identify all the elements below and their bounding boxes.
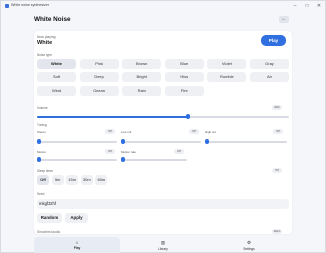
noise-chip-hiss[interactable]: Hiss (164, 72, 204, 83)
stereo-value-badge: Off (105, 129, 115, 134)
noise-chip-ocean[interactable]: Ocean (79, 85, 119, 96)
app-icon (5, 4, 9, 8)
noise-chip-violet[interactable]: Violet (207, 59, 247, 69)
close-icon[interactable]: ✕ (315, 2, 323, 10)
noise-chip-fire[interactable]: Fire (164, 85, 204, 96)
noise-type-grid: White Pink Brown Blue Violet Gray Soft D… (37, 59, 289, 96)
stereo-slider-thumb[interactable] (36, 139, 42, 144)
window-title: White noise synthesizer (11, 3, 49, 7)
gear-icon: ⚙ (246, 240, 252, 245)
motion-rate-label: Motion rate (121, 150, 137, 154)
volume-label: Volume (37, 106, 48, 110)
back-button[interactable]: ← (279, 16, 289, 23)
seed-label: Seed (37, 192, 45, 196)
noise-chip-white[interactable]: White (37, 59, 76, 69)
volume-slider[interactable] (37, 114, 289, 119)
volume-slider-thumb[interactable] (186, 114, 191, 119)
low-cut-slider-thumb[interactable] (120, 139, 126, 144)
low-cut-label: Low cut (121, 130, 132, 134)
smoothed-audio-label: Smoothed audio (37, 230, 61, 234)
noise-chip-pink[interactable]: Pink (79, 59, 119, 69)
noise-chip-wind[interactable]: Wind (37, 85, 76, 96)
sleep-timer-status-badge: Off (272, 168, 282, 173)
nav-item-settings[interactable]: ⚙ Settings (206, 237, 292, 253)
title-bar: White noise synthesizer – □ ✕ (1, 1, 325, 11)
high-cut-slider[interactable] (204, 139, 287, 144)
motion-rate-slider[interactable] (120, 157, 187, 162)
motion-label: Motion (37, 150, 47, 154)
motion-slider[interactable] (36, 157, 117, 162)
maximize-icon[interactable]: □ (303, 2, 311, 10)
page-title: White Noise (34, 16, 71, 23)
sleep-timer-off[interactable]: Off (37, 175, 49, 185)
volume-value-badge: 60% (272, 105, 282, 110)
high-cut-label: High cut (205, 130, 217, 134)
motion-rate-value-badge: Off (174, 149, 184, 154)
high-cut-slider-thumb[interactable] (204, 139, 210, 144)
stereo-label: Stereo (37, 130, 46, 134)
now-playing-label: Now playing (37, 35, 56, 39)
motion-rate-slider-thumb[interactable] (120, 157, 126, 162)
low-cut-slider[interactable] (120, 139, 201, 144)
noise-chip-blue[interactable]: Blue (164, 59, 204, 69)
nav-item-label: Library (158, 247, 168, 251)
noise-chip-deep[interactable]: Deep (79, 72, 119, 83)
arrow-left-icon: ← (281, 16, 287, 22)
nav-item-library[interactable]: ▥ Library (120, 237, 206, 253)
volume-slider-fill (37, 116, 189, 118)
play-button[interactable]: Play (261, 35, 286, 46)
noise-chip-air[interactable]: Air (249, 72, 289, 83)
nav-item-label: Settings (243, 247, 255, 251)
sleep-timer-label: Sleep timer (37, 169, 54, 173)
noise-chip-bright[interactable]: Bright (122, 72, 162, 83)
noise-chip-brown[interactable]: Brown (122, 59, 162, 69)
library-icon: ▥ (160, 240, 166, 245)
high-cut-value-badge: Off (273, 129, 283, 134)
noise-chip-soft[interactable]: Soft (37, 72, 76, 83)
main-card: Now playing White Play Noise type White … (34, 31, 292, 234)
nav-item-play[interactable]: ⌂ Play (34, 237, 120, 253)
noise-chip-rumble[interactable]: Rumble (207, 72, 247, 83)
nav-item-label: Play (73, 246, 81, 250)
sleep-timer-60m[interactable]: 60m (95, 175, 108, 185)
minimize-icon[interactable]: – (291, 2, 299, 10)
low-cut-value-badge: Off (189, 129, 199, 134)
home-icon: ⌂ (75, 240, 79, 245)
seed-input[interactable]: mkgf3zhf (37, 199, 289, 209)
sleep-timer-5m[interactable]: 5m (51, 175, 64, 185)
stereo-slider[interactable] (36, 139, 117, 144)
sleep-timer-options: Off 5m 15m 30m 60m (37, 175, 108, 185)
motion-value-badge: Off (105, 149, 115, 154)
tuning-label: Tuning (37, 123, 47, 127)
smoothed-audio-badge: Warn (272, 229, 282, 234)
now-playing-value: White (37, 40, 53, 46)
noise-type-label: Noise type (37, 53, 53, 57)
noise-chip-gray[interactable]: Gray (249, 59, 289, 69)
app-window: White noise synthesizer – □ ✕ White Nois… (0, 0, 326, 253)
motion-slider-thumb[interactable] (36, 157, 42, 162)
apply-seed-button[interactable]: Apply (65, 213, 88, 223)
bottom-navigation: ⌂ Play ▥ Library ⚙ Settings (34, 237, 292, 253)
random-seed-button[interactable]: Random (37, 213, 62, 223)
sleep-timer-15m[interactable]: 15m (66, 175, 79, 185)
noise-chip-rain[interactable]: Rain (122, 85, 162, 96)
sleep-timer-30m[interactable]: 30m (80, 175, 93, 185)
